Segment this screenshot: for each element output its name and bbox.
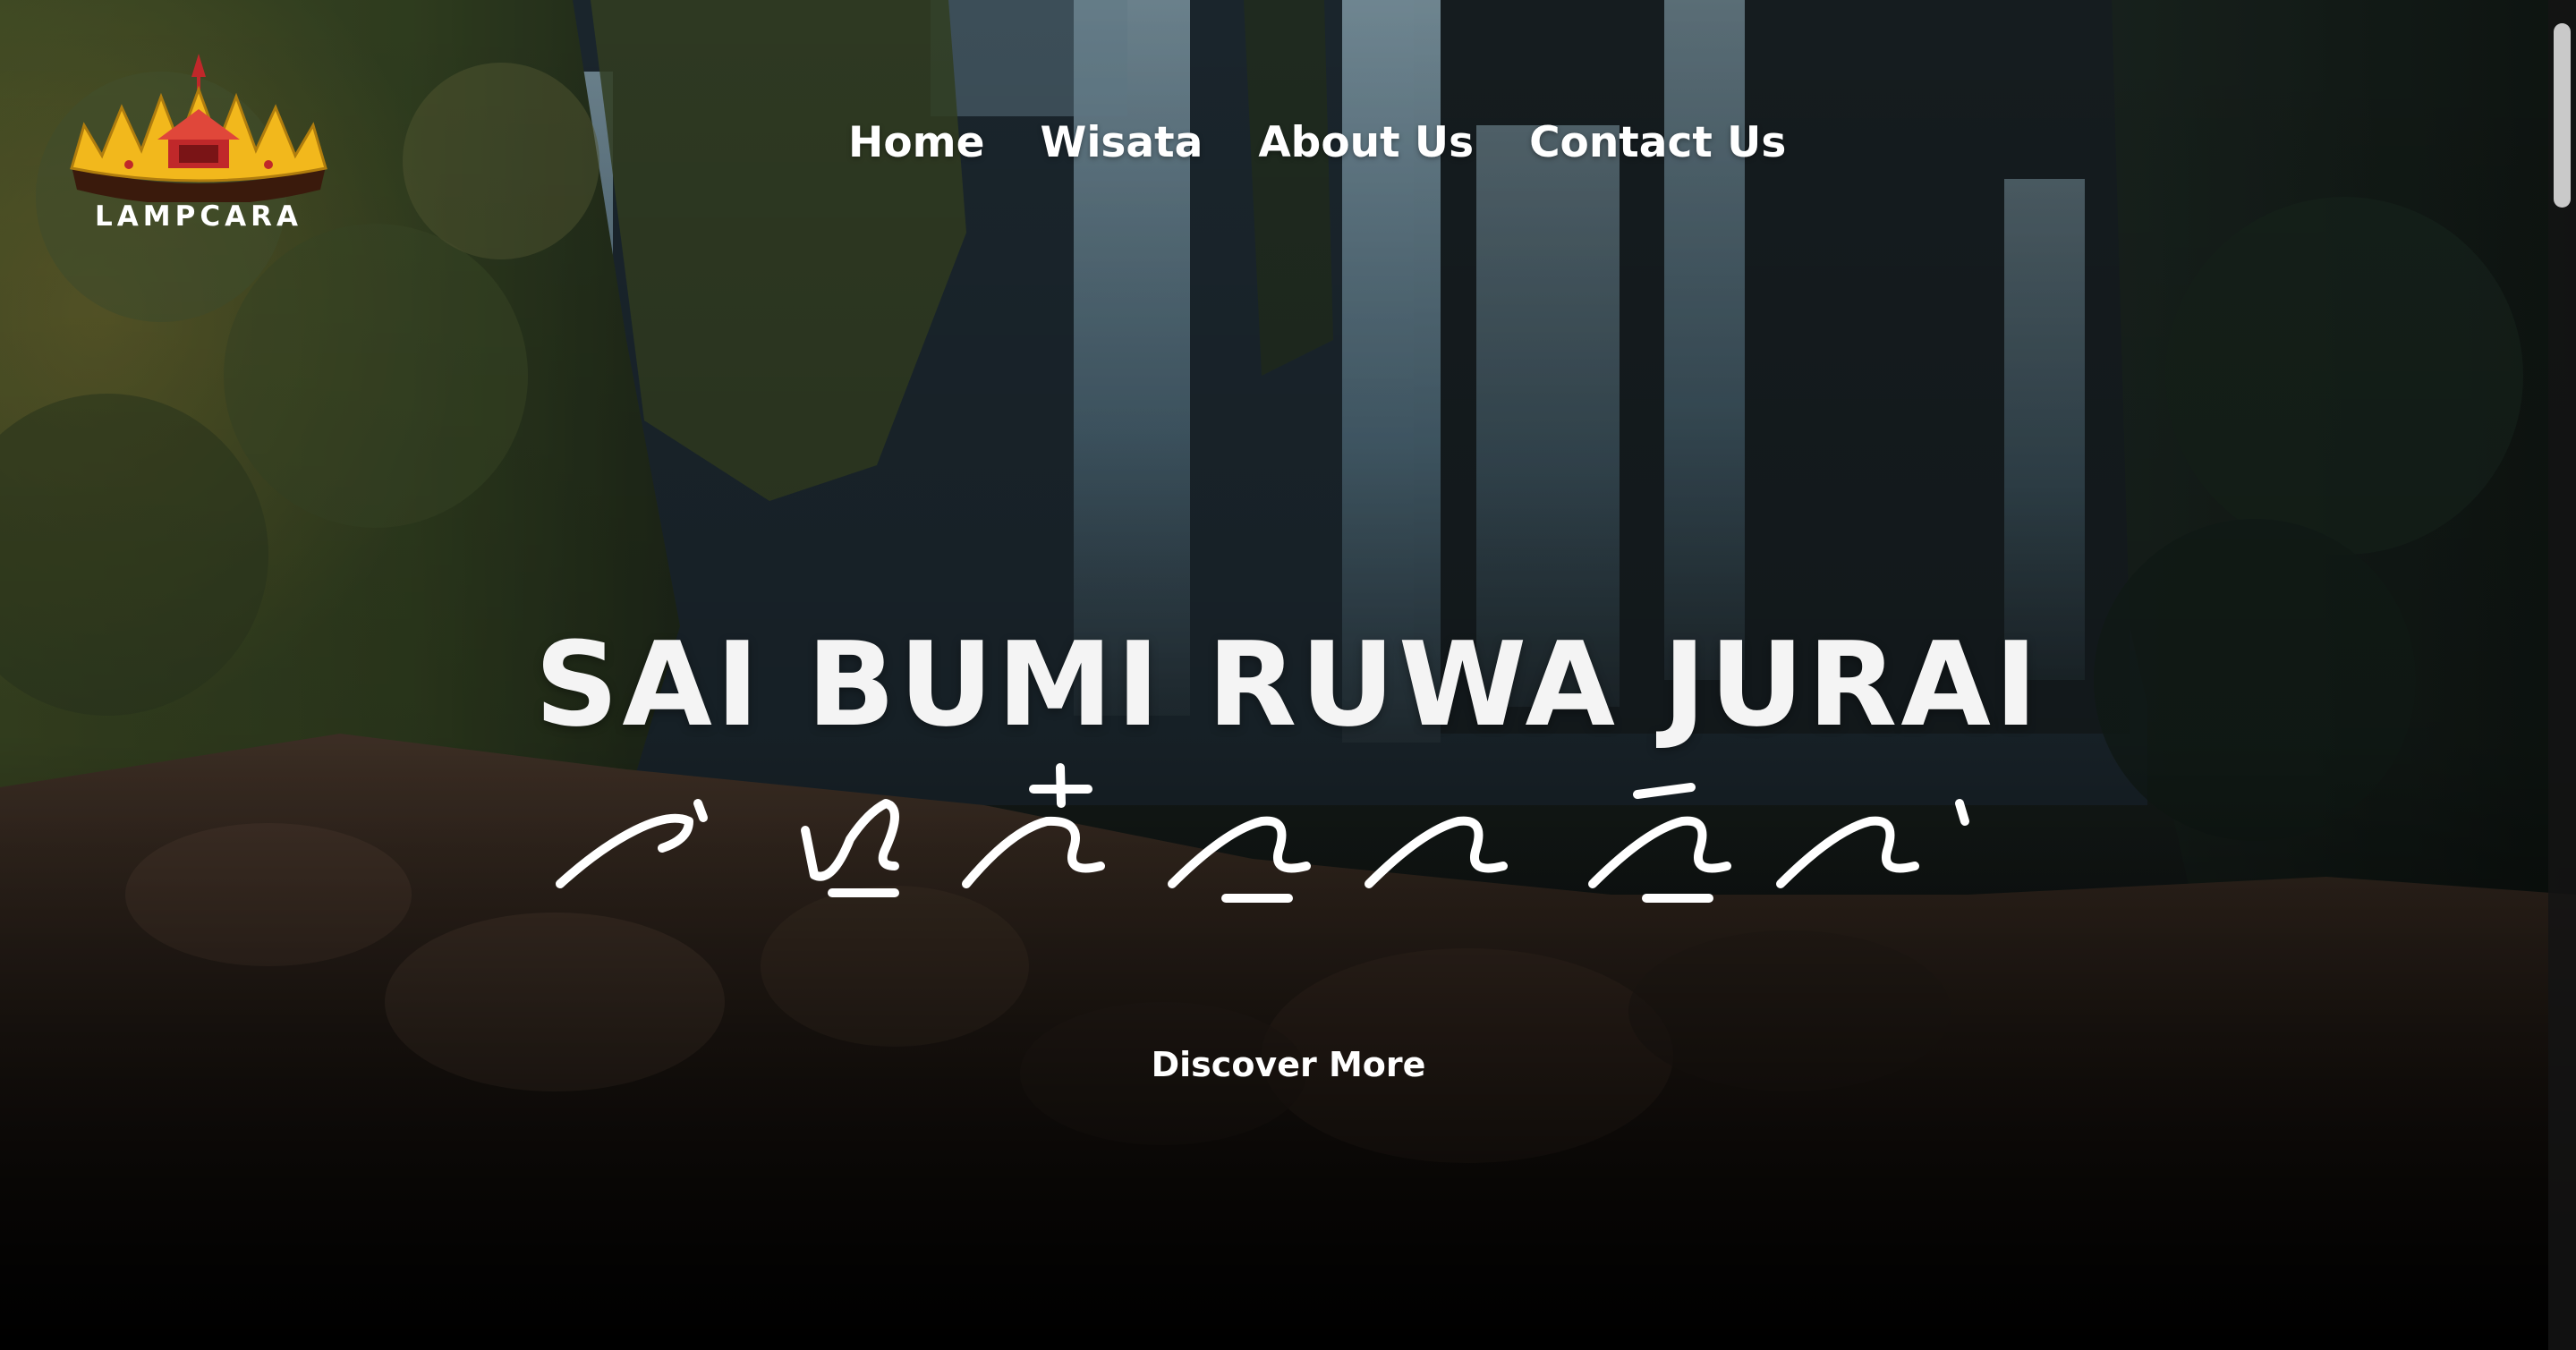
lampung-script-graphic [556, 763, 1969, 903]
brand-name: LAMPCARA [95, 200, 302, 233]
landing-page: LAMPCARA Home Wisata About Us Contact Us… [0, 0, 2576, 1350]
siger-crown-icon [70, 54, 327, 202]
nav-about-us[interactable]: About Us [1258, 118, 1474, 167]
nav-home[interactable]: Home [848, 118, 984, 167]
nav-contact-us[interactable]: Contact Us [1529, 118, 1786, 167]
brand-logo[interactable]: LAMPCARA [59, 50, 338, 238]
page-scrollbar[interactable] [2548, 0, 2576, 1350]
hero-title: SAI BUMI RUWA JURAI [534, 616, 2042, 752]
scrollbar-thumb[interactable] [2554, 23, 2571, 208]
nav-wisata[interactable]: Wisata [1040, 118, 1203, 167]
main-nav: Home Wisata About Us Contact Us [848, 113, 1786, 172]
discover-more-button[interactable]: Discover More [1074, 1038, 1503, 1091]
